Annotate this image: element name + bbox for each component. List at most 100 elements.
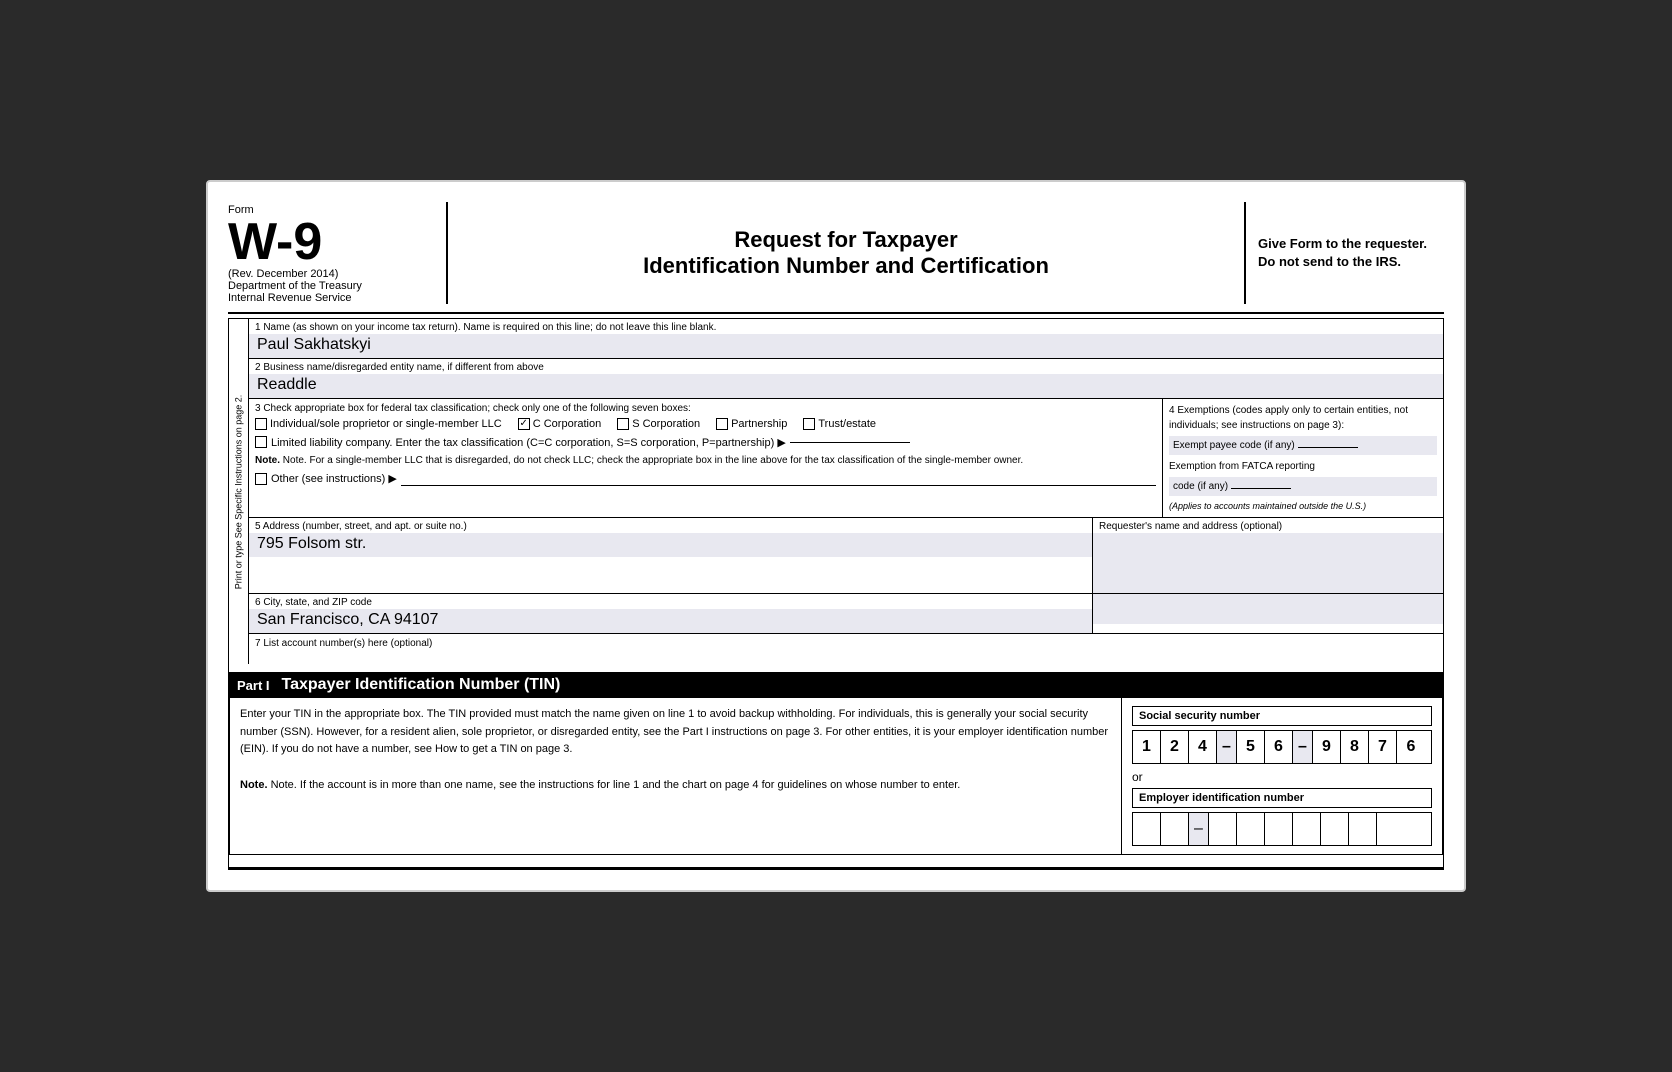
field6-label: 6 City, state, and ZIP code — [249, 594, 1092, 609]
trust-checkbox[interactable] — [803, 418, 815, 430]
note-row: Note. Note. For a single-member LLC that… — [255, 453, 1156, 468]
requester-value2[interactable] — [1093, 594, 1443, 624]
city-left: 6 City, state, and ZIP code San Francisc… — [249, 594, 1093, 633]
part1-text: Enter your TIN in the appropriate box. T… — [230, 698, 1122, 854]
ein-d5[interactable] — [1265, 813, 1293, 845]
partnership-option[interactable]: Partnership — [716, 418, 787, 430]
other-row: Other (see instructions) ▶ — [255, 472, 1156, 486]
trust-label: Trust/estate — [818, 418, 876, 430]
requester-label: Requester's name and address (optional) — [1093, 518, 1443, 533]
field2-value[interactable]: Readdle — [249, 374, 1443, 398]
exempt-payee-input[interactable] — [1298, 447, 1358, 448]
llc-checkbox[interactable] — [255, 436, 267, 448]
field1-row: 1 Name (as shown on your income tax retu… — [249, 319, 1443, 359]
fatca-label: Exemption from FATCA reporting — [1169, 461, 1315, 472]
sidebar-label: Print or type See Specific Instructions … — [229, 319, 249, 665]
form-sub-title: Identification Number and Certification — [468, 253, 1224, 279]
field7-label: 7 List account number(s) here (optional) — [255, 638, 432, 649]
address-row: 5 Address (number, street, and apt. or s… — [249, 518, 1443, 594]
field1-value[interactable]: Paul Sakhatskyi — [249, 334, 1443, 358]
part1-header: Part I Taxpayer Identification Number (T… — [229, 672, 1443, 698]
part1-title: Taxpayer Identification Number (TIN) — [282, 676, 561, 694]
ssn-boxes: 1 2 4 – 5 6 – 9 8 7 6 — [1132, 730, 1432, 764]
individual-option[interactable]: Individual/sole proprietor or single-mem… — [255, 418, 502, 430]
partnership-checkbox[interactable] — [716, 418, 728, 430]
other-label: Other (see instructions) ▶ — [271, 472, 397, 485]
ssn-d6[interactable]: 9 — [1313, 731, 1341, 763]
form-dept2: Internal Revenue Service — [228, 292, 434, 304]
part1-content: Enter your TIN in the appropriate box. T… — [229, 698, 1443, 855]
field5-value[interactable]: 795 Folsom str. — [249, 533, 1092, 557]
main-content-wrapper: Print or type See Specific Instructions … — [229, 319, 1443, 665]
individual-label: Individual/sole proprietor or single-mem… — [270, 418, 502, 430]
ssn-dash2: – — [1293, 731, 1313, 763]
city-row: 6 City, state, and ZIP code San Francisc… — [249, 594, 1443, 634]
s-corp-label: S Corporation — [632, 418, 700, 430]
ein-d4[interactable] — [1237, 813, 1265, 845]
ein-d1[interactable] — [1133, 813, 1161, 845]
ssn-d7[interactable]: 8 — [1341, 731, 1369, 763]
part1-right: Social security number 1 2 4 – 5 6 – 9 8… — [1122, 698, 1442, 854]
ein-boxes: – — [1132, 812, 1432, 846]
form-note-block: Give Form to the requester. Do not send … — [1244, 202, 1444, 304]
fields-area: 1 Name (as shown on your income tax retu… — [249, 319, 1443, 665]
give-note-text: Give Form to the requester. Do not send … — [1258, 235, 1444, 271]
c-corp-checkbox[interactable] — [518, 418, 530, 430]
other-line[interactable] — [401, 472, 1156, 486]
other-checkbox[interactable] — [255, 473, 267, 485]
exempt-payee-row: Exempt payee code (if any) — [1169, 436, 1437, 455]
ein-d6[interactable] — [1293, 813, 1321, 845]
ssn-d1[interactable]: 1 — [1133, 731, 1161, 763]
llc-row: Limited liability company. Enter the tax… — [255, 436, 1156, 449]
partnership-label: Partnership — [731, 418, 787, 430]
field2-label: 2 Business name/disregarded entity name,… — [249, 359, 1443, 374]
ssn-d9[interactable]: 6 — [1397, 731, 1425, 763]
bottom-line — [229, 867, 1443, 869]
note-text: Note. For a single-member LLC that is di… — [283, 455, 1023, 466]
form-body: Print or type See Specific Instructions … — [228, 318, 1444, 871]
ssn-d8[interactable]: 7 — [1369, 731, 1397, 763]
ssn-d3[interactable]: 4 — [1189, 731, 1217, 763]
ein-dash1: – — [1189, 813, 1209, 845]
field6-value[interactable]: San Francisco, CA 94107 — [249, 609, 1092, 633]
fatca-code-row: code (if any) — [1169, 477, 1437, 496]
s-corp-option[interactable]: S Corporation — [617, 418, 700, 430]
llc-line[interactable] — [790, 442, 910, 443]
form-title-block: Request for Taxpayer Identification Numb… — [448, 202, 1244, 304]
c-corp-option[interactable]: C Corporation — [518, 418, 601, 430]
form-w9: Form W-9 (Rev. December 2014) Department… — [206, 180, 1466, 893]
field7-row: 7 List account number(s) here (optional) — [249, 634, 1443, 664]
ein-d8[interactable] — [1349, 813, 1377, 845]
ein-d9[interactable] — [1377, 813, 1405, 845]
form-dept1: Department of the Treasury — [228, 280, 434, 292]
c-corp-label: C Corporation — [533, 418, 601, 430]
fatca-input[interactable] — [1231, 488, 1291, 489]
ein-d2[interactable] — [1161, 813, 1189, 845]
or-text: or — [1132, 770, 1432, 784]
sidebar-text: Print or type See Specific Instructions … — [234, 394, 244, 589]
tax-class-row: 3 Check appropriate box for federal tax … — [249, 399, 1443, 519]
field5-label: 5 Address (number, street, and apt. or s… — [249, 518, 1092, 533]
fatca-label2: code (if any) — [1173, 481, 1228, 492]
ssn-d4[interactable]: 5 — [1237, 731, 1265, 763]
ein-label: Employer identification number — [1132, 788, 1432, 808]
s-corp-checkbox[interactable] — [617, 418, 629, 430]
ssn-d2[interactable]: 2 — [1161, 731, 1189, 763]
trust-option[interactable]: Trust/estate — [803, 418, 876, 430]
requester-value[interactable] — [1093, 533, 1443, 593]
part1-instructions: Enter your TIN in the appropriate box. T… — [240, 706, 1111, 759]
tax-class-left: 3 Check appropriate box for federal tax … — [249, 399, 1163, 518]
field1-label: 1 Name (as shown on your income tax retu… — [249, 319, 1443, 334]
ssn-d5[interactable]: 6 — [1265, 731, 1293, 763]
ssn-dash1: – — [1217, 731, 1237, 763]
individual-checkbox[interactable] — [255, 418, 267, 430]
form-number: W-9 — [228, 216, 434, 268]
requester-continued — [1093, 594, 1443, 633]
exempt-payee-label: Exempt payee code (if any) — [1173, 440, 1295, 451]
address-left: 5 Address (number, street, and apt. or s… — [249, 518, 1093, 593]
ein-d7[interactable] — [1321, 813, 1349, 845]
ein-d3[interactable] — [1209, 813, 1237, 845]
part1-note: Note. Note. If the account is in more th… — [240, 777, 1111, 795]
form-id-block: Form W-9 (Rev. December 2014) Department… — [228, 202, 448, 304]
form-header: Form W-9 (Rev. December 2014) Department… — [228, 202, 1444, 314]
